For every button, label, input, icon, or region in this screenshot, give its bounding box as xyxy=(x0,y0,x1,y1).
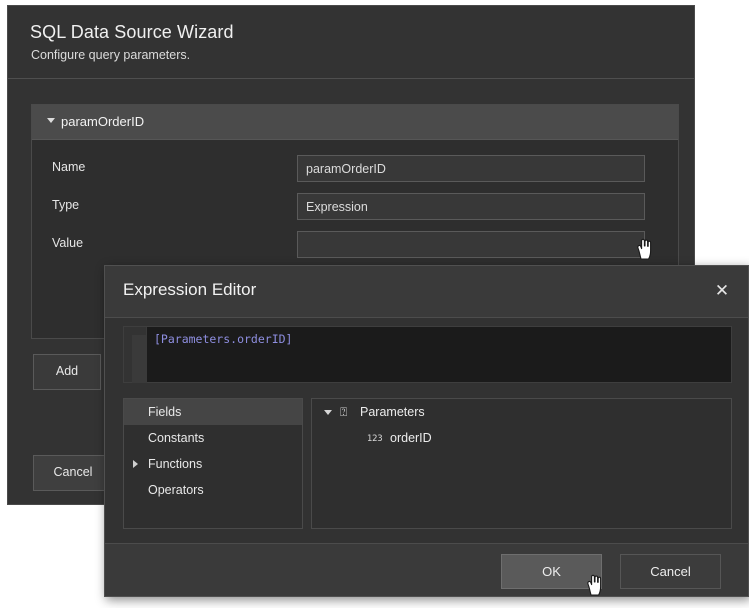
field-row-value: Value ... xyxy=(32,231,678,381)
expression-text: [Parameters.orderID] xyxy=(154,332,293,346)
parameter-group-header[interactable]: paramOrderID xyxy=(32,105,678,140)
name-input[interactable]: paramOrderID xyxy=(297,155,645,182)
close-icon[interactable]: ✕ xyxy=(710,279,734,303)
dialog-title: Expression Editor xyxy=(123,280,257,299)
tree-node-orderid[interactable]: 123 orderID xyxy=(312,425,731,451)
field-row-name: Name paramOrderID xyxy=(32,155,678,183)
category-item-fields[interactable]: Fields xyxy=(124,399,302,425)
field-row-type: Type Expression xyxy=(32,193,678,298)
parameter-group-title: paramOrderID xyxy=(61,114,145,129)
dialog-header: Expression Editor ✕ xyxy=(105,266,748,318)
category-item-operators[interactable]: Operators xyxy=(124,477,302,503)
expression-code-editor[interactable]: [Parameters.orderID] xyxy=(123,326,732,383)
dialog-body: [Parameters.orderID] Fields Constants Fu… xyxy=(105,318,748,545)
add-button[interactable]: Add xyxy=(33,354,101,390)
category-item-constants[interactable]: Constants xyxy=(124,425,302,451)
wizard-header: SQL Data Source Wizard Configure query p… xyxy=(8,6,694,79)
dialog-cancel-button[interactable]: Cancel xyxy=(620,554,721,589)
type-combobox[interactable]: Expression xyxy=(297,193,645,220)
page-title: SQL Data Source Wizard xyxy=(30,22,234,42)
category-item-functions[interactable]: Functions xyxy=(124,451,302,477)
number-type-icon: 123 xyxy=(367,434,383,444)
value-field-label: Value xyxy=(52,236,84,250)
page-subtitle: Configure query parameters. xyxy=(31,48,191,62)
triangle-right-icon[interactable] xyxy=(133,460,138,468)
tree-node-parameters[interactable]: ⍰ Parameters xyxy=(312,399,731,425)
value-input[interactable] xyxy=(297,231,645,258)
expression-editor-dialog: Expression Editor ✕ [Parameters.orderID]… xyxy=(104,265,749,597)
parameter-icon: ⍰ xyxy=(340,405,348,419)
tree-node-label: Parameters xyxy=(360,405,425,419)
category-item-label: Fields xyxy=(148,405,182,419)
category-item-label: Functions xyxy=(148,457,203,471)
editor-gutter xyxy=(124,327,147,383)
type-field-label: Type xyxy=(52,198,80,212)
category-list: Fields Constants Functions Operators xyxy=(123,398,303,529)
screen: SQL Data Source Wizard Configure query p… xyxy=(0,0,749,608)
ok-button[interactable]: OK xyxy=(501,554,602,589)
category-item-label: Operators xyxy=(148,483,204,497)
triangle-down-icon[interactable] xyxy=(324,410,332,415)
dialog-footer: OK Cancel xyxy=(105,543,748,596)
category-item-label: Constants xyxy=(148,431,205,445)
tree-node-label: orderID xyxy=(390,431,432,445)
expression-tree: ⍰ Parameters 123 orderID xyxy=(311,398,732,529)
name-field-label: Name xyxy=(52,160,86,174)
triangle-down-icon[interactable] xyxy=(47,118,55,123)
wizard-cancel-button[interactable]: Cancel xyxy=(33,455,113,491)
